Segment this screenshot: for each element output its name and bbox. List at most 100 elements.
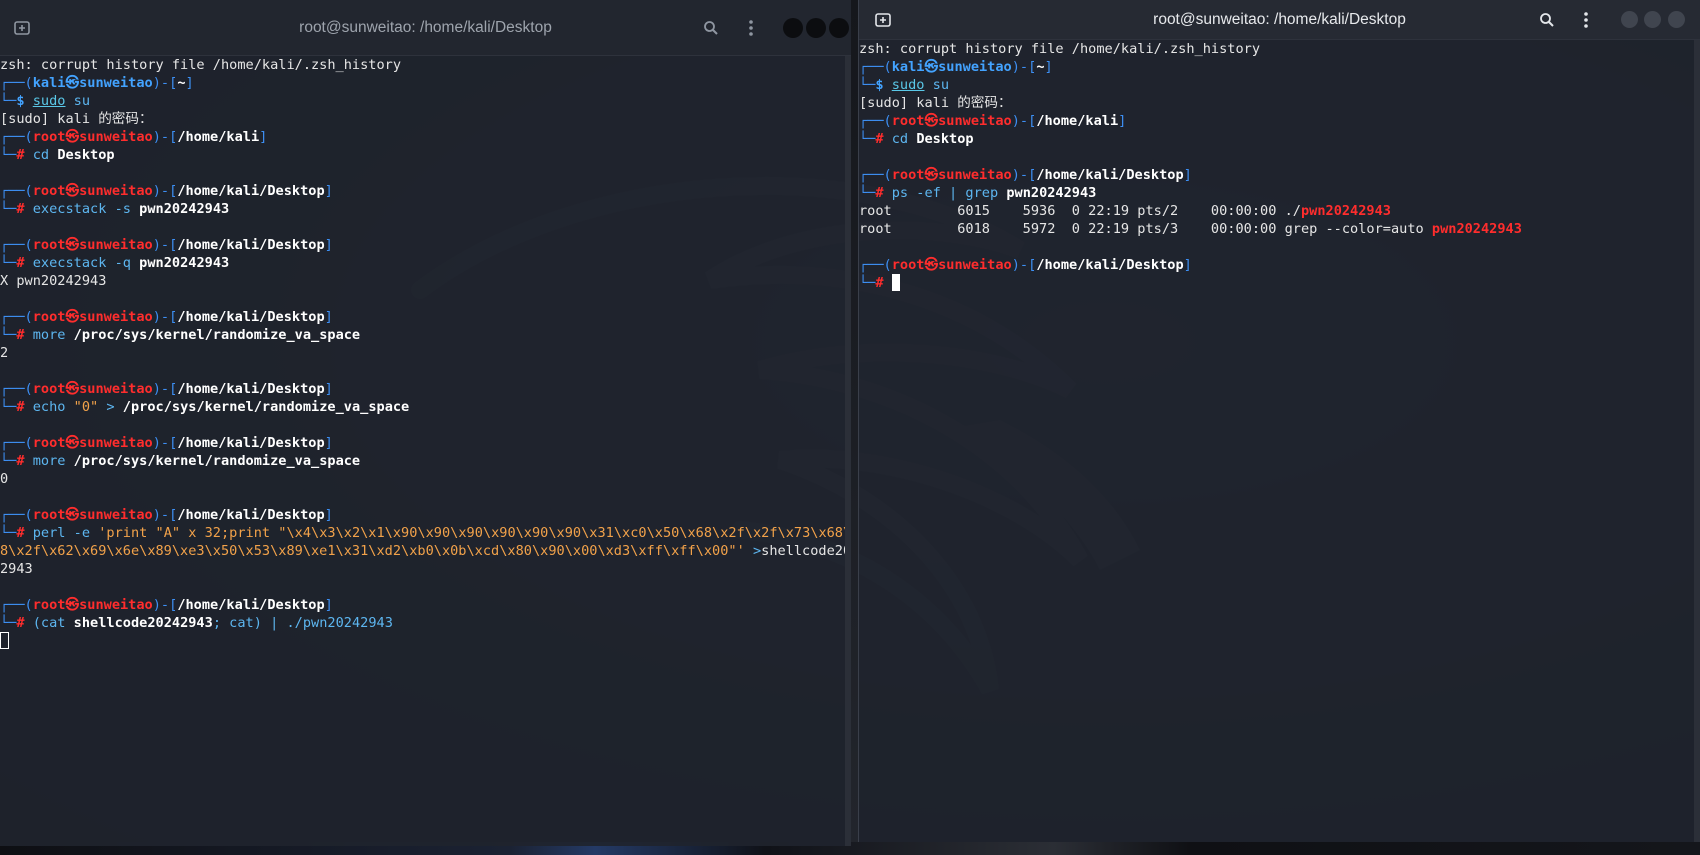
terminal-line: └─# more /proc/sys/kernel/randomize_va_s… <box>0 326 851 344</box>
maximize-button[interactable] <box>1644 11 1661 28</box>
terminal-text: ┌──( <box>859 257 892 273</box>
terminal-window-left[interactable]: root@sunweitao: /home/kali/Desktop zsh: … <box>0 0 851 846</box>
terminal-text: )-[ <box>152 309 178 325</box>
terminal-text: ] <box>185 75 194 91</box>
terminal-text: sudo <box>32 93 66 109</box>
terminal-text: └─ <box>859 275 876 291</box>
terminal-text: echo <box>32 399 74 415</box>
terminal-text: [sudo] kali 的密码： <box>859 95 1012 111</box>
terminal-text: )-[ <box>152 381 178 397</box>
terminal-text: )-[ <box>152 597 178 613</box>
terminal-text: └─ <box>0 399 17 415</box>
terminal-text: su <box>65 93 91 109</box>
terminal-text: shellcode20242943 <box>73 615 213 631</box>
terminal-text: └─ <box>0 327 17 343</box>
terminal-text: ┌──( <box>0 183 33 199</box>
terminal-text: > <box>98 399 123 415</box>
terminal-text: )-[ <box>1011 113 1037 129</box>
terminal-text: /home/kali/Desktop <box>177 435 325 451</box>
terminal-line: ┌──(root㉿sunweitao)-[/home/kali] <box>0 128 851 146</box>
terminal-text: zsh: corrupt history file /home/kali/.zs… <box>0 57 402 73</box>
search-icon[interactable] <box>1535 0 1559 39</box>
terminal-text: 'print "A" x 32;print "\x4\x3\x2\x1\x90\… <box>98 525 851 541</box>
terminal-text: /home/kali/Desktop <box>1036 167 1184 183</box>
terminal-text: (cat <box>32 615 74 631</box>
terminal-text: pwn20242943 <box>1300 203 1391 219</box>
terminal-text: ] <box>1044 59 1053 75</box>
terminal-text: ] <box>324 237 333 253</box>
terminal-line: ┌──(root㉿sunweitao)-[/home/kali/Desktop] <box>0 182 851 200</box>
terminal-line: ┌──(root㉿sunweitao)-[/home/kali/Desktop] <box>0 236 851 254</box>
terminal-output-right[interactable]: zsh: corrupt history file /home/kali/.zs… <box>859 40 1700 292</box>
search-icon[interactable] <box>699 0 723 55</box>
terminal-output-left[interactable]: zsh: corrupt history file /home/kali/.zs… <box>0 56 851 650</box>
terminal-line: └─# ps -ef | grep pwn20242943 <box>859 184 1700 202</box>
terminal-line: ┌──(root㉿sunweitao)-[/home/kali/Desktop] <box>0 308 851 326</box>
terminal-line: ┌──(root㉿sunweitao)-[/home/kali/Desktop] <box>859 256 1700 274</box>
terminal-text: )-[ <box>152 183 178 199</box>
terminal-text: /home/kali/Desktop <box>177 183 325 199</box>
terminal-text: # <box>16 201 33 217</box>
terminal-text: root㉿sunweitao <box>32 435 153 451</box>
terminal-text: /home/kali/Desktop <box>177 507 325 523</box>
titlebar-right[interactable]: root@sunweitao: /home/kali/Desktop <box>859 0 1700 40</box>
terminal-text: Desktop <box>916 131 974 147</box>
terminal-text: )-[ <box>152 507 178 523</box>
terminal-line: └─# cd Desktop <box>859 130 1700 148</box>
terminal-text: root㉿sunweitao <box>32 381 153 397</box>
terminal-text: ] <box>259 129 268 145</box>
terminal-text: root㉿sunweitao <box>32 129 153 145</box>
terminal-text: root㉿sunweitao <box>891 257 1012 273</box>
terminal-text: └─ <box>0 615 17 631</box>
terminal-text: # <box>875 185 892 201</box>
terminal-text: └─ <box>0 525 17 541</box>
terminal-text: ] <box>324 597 333 613</box>
terminal-text: root 6018 5972 0 22:19 pts/3 00:00:00 gr… <box>859 221 1432 237</box>
terminal-line: ┌──(root㉿sunweitao)-[/home/kali] <box>859 112 1700 130</box>
terminal-window-right[interactable]: root@sunweitao: /home/kali/Desktop zsh: … <box>858 0 1700 842</box>
kebab-menu-icon[interactable] <box>739 0 763 55</box>
terminal-text: # <box>16 255 33 271</box>
terminal-text: X pwn20242943 <box>0 273 107 289</box>
terminal-text: /home/kali/Desktop <box>177 597 325 613</box>
terminal-text: ┌──( <box>859 59 892 75</box>
terminal-line: 2 <box>0 344 851 362</box>
kebab-menu-icon[interactable] <box>1574 0 1598 39</box>
terminal-text: )-[ <box>1011 59 1037 75</box>
terminal-text: /home/kali <box>1036 113 1119 129</box>
titlebar-left[interactable]: root@sunweitao: /home/kali/Desktop <box>0 0 851 56</box>
terminal-text: └─ <box>859 77 876 93</box>
terminal-text: pwn20242943 <box>1006 185 1097 201</box>
close-button[interactable] <box>1668 11 1685 28</box>
terminal-text: root㉿sunweitao <box>32 597 153 613</box>
terminal-text: )-[ <box>1011 167 1037 183</box>
scrollbar-left[interactable] <box>845 56 851 846</box>
terminal-text: perl -e <box>32 525 99 541</box>
terminal-text: /home/kali <box>177 129 260 145</box>
terminal-text: └─ <box>0 147 17 163</box>
terminal-text: 2943 <box>0 561 33 577</box>
terminal-text: ┌──( <box>0 507 33 523</box>
terminal-text: root㉿sunweitao <box>32 183 153 199</box>
terminal-text: ] <box>324 507 333 523</box>
scrollbar-right[interactable] <box>1694 40 1700 842</box>
terminal-text: ] <box>324 183 333 199</box>
maximize-button[interactable] <box>806 18 826 38</box>
terminal-text: kali㉿sunweitao <box>891 59 1012 75</box>
minimize-button[interactable] <box>783 18 803 38</box>
terminal-line: root 6018 5972 0 22:19 pts/3 00:00:00 gr… <box>859 220 1700 238</box>
close-button[interactable] <box>829 18 849 38</box>
terminal-line: └─# execstack -s pwn20242943 <box>0 200 851 218</box>
terminal-text: └─ <box>859 131 876 147</box>
terminal-text: 2 <box>0 345 9 361</box>
terminal-text: # <box>875 131 892 147</box>
terminal-text: )-[ <box>152 237 178 253</box>
minimize-button[interactable] <box>1621 11 1638 28</box>
terminal-line: ┌──(root㉿sunweitao)-[/home/kali/Desktop] <box>0 596 851 614</box>
terminal-text: └─ <box>0 453 17 469</box>
terminal-text: ┌──( <box>0 237 33 253</box>
terminal-line: ┌──(kali㉿sunweitao)-[~] <box>0 74 851 92</box>
terminal-line: └─$ sudo su <box>859 76 1700 94</box>
